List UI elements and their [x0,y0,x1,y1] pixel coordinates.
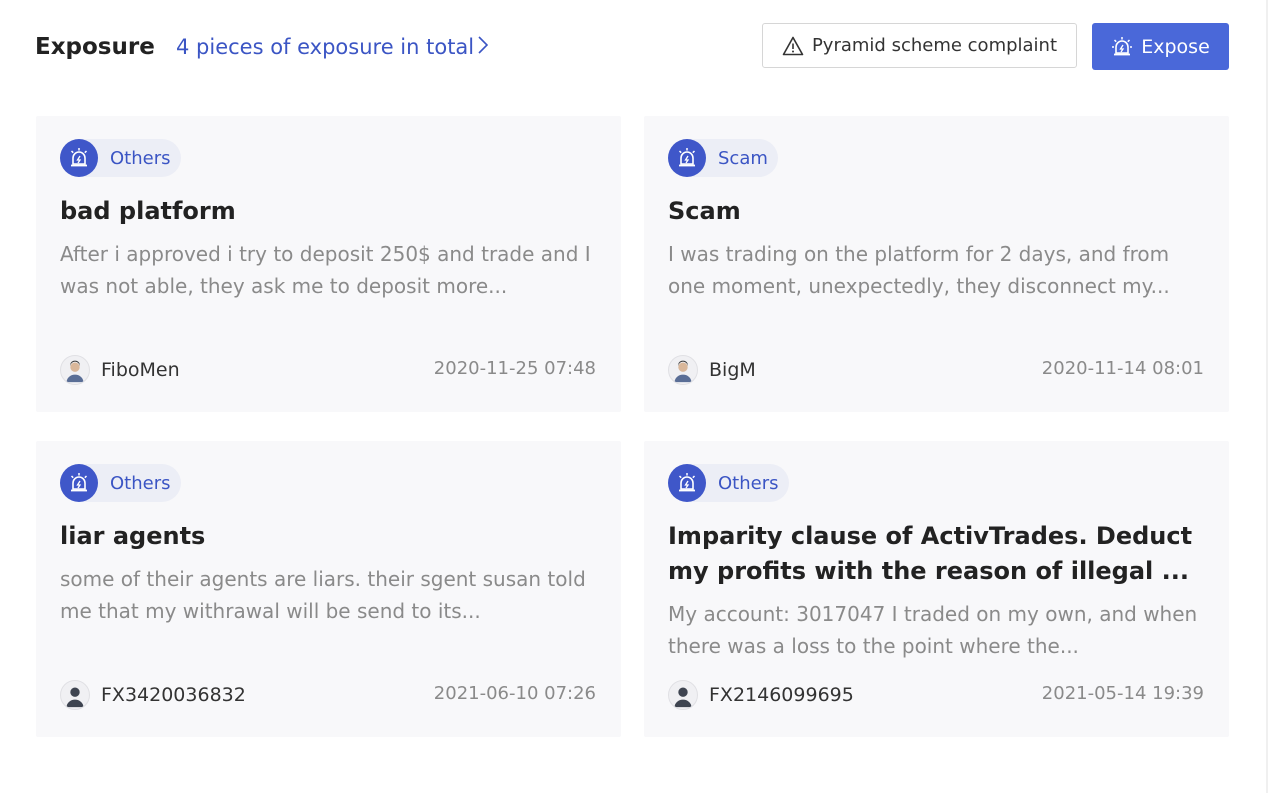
warning-icon [782,36,804,55]
alarm-icon [668,464,706,502]
post-date: 2020-11-14 08:01 [1041,358,1204,379]
author-name: FX3420036832 [101,684,246,706]
avatar [668,680,698,710]
author-name: BigM [709,359,756,381]
exposure-page: Exposure 4 pieces of exposure in total P… [0,0,1268,793]
exposure-card[interactable]: Others bad platform After i approved i t… [36,116,621,412]
avatar [60,355,90,385]
exposure-card[interactable]: Scam Scam I was trading on the platform … [644,116,1229,412]
author: FiboMen [60,354,180,386]
category-label: Others [718,472,779,494]
category-tag: Others [668,464,789,502]
total-exposure-link[interactable]: 4 pieces of exposure in total [176,33,489,61]
card-description: After i approved i try to deposit 250$ a… [60,242,591,298]
total-exposure-label: 4 pieces of exposure in total [176,35,475,59]
category-tag: Scam [668,139,778,177]
card-title: bad platform [60,197,236,225]
category-label: Others [110,472,171,494]
page-title: Exposure [35,34,155,60]
author: FX3420036832 [60,679,246,711]
pyramid-scheme-complaint-button[interactable]: Pyramid scheme complaint [762,23,1077,68]
category-label: Others [110,147,171,169]
card-title: Imparity clause of ActivTrades. Deduct m… [668,522,1193,585]
post-date: 2021-06-10 07:26 [433,683,596,704]
category-label: Scam [718,147,768,169]
author-name: FiboMen [101,359,180,381]
post-date: 2020-11-25 07:48 [433,358,596,379]
alarm-icon [668,139,706,177]
alarm-icon [1112,36,1133,55]
author: BigM [668,354,756,386]
exposure-card[interactable]: Others Imparity clause of ActivTrades. D… [644,441,1229,737]
complaint-button-label: Pyramid scheme complaint [811,35,1058,56]
card-description: My account: 3017047 I traded on my own, … [668,602,1198,658]
chevron-right-icon [478,33,489,61]
expose-button-label: Expose [1141,35,1210,58]
alarm-icon [60,464,98,502]
card-description: I was trading on the platform for 2 days… [668,242,1170,298]
expose-button[interactable]: Expose [1092,23,1229,70]
card-description: some of their agents are liars. their sg… [60,567,586,623]
post-date: 2021-05-14 19:39 [1041,683,1204,704]
category-tag: Others [60,139,181,177]
avatar [668,355,698,385]
author-name: FX2146099695 [709,684,854,706]
avatar [60,680,90,710]
category-tag: Others [60,464,181,502]
card-title: liar agents [60,522,206,550]
author: FX2146099695 [668,679,854,711]
exposure-header: Exposure 4 pieces of exposure in total P… [35,22,1229,70]
alarm-icon [60,139,98,177]
exposure-card[interactable]: Others liar agents some of their agents … [36,441,621,737]
card-title: Scam [668,197,741,225]
